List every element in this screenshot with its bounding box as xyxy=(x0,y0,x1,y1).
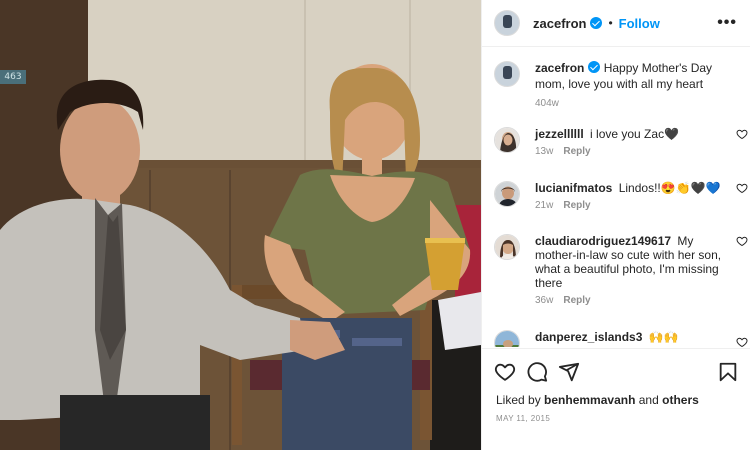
comment-text-wrap: jezzellllll i love you Zac🖤 xyxy=(535,127,722,141)
commenter-avatar[interactable] xyxy=(494,234,520,260)
comment-item: jezzellllll i love you Zac🖤 13w Reply xyxy=(494,127,748,157)
commenter-avatar[interactable] xyxy=(494,127,520,153)
author-avatar[interactable] xyxy=(494,10,520,36)
author-username[interactable]: zacefron xyxy=(533,16,586,31)
comment-text-wrap: claudiarodriguez149617 My mother-in-law … xyxy=(535,234,722,290)
post-side-panel: zacefron • Follow ••• zacefron Happy Mot… xyxy=(481,0,750,450)
comment-meta: 21w Reply xyxy=(535,200,744,211)
comment-age: 13w xyxy=(535,146,554,157)
comment-username[interactable]: danperez_islands3 xyxy=(535,330,642,344)
caption-avatar[interactable] xyxy=(494,61,520,87)
post-photo[interactable]: 463 xyxy=(0,0,481,450)
comment-text: 🙌🙌 xyxy=(648,330,679,344)
header-separator: • xyxy=(608,16,613,30)
likes-connector: and xyxy=(638,393,659,407)
comment-username[interactable]: lucianifmatos xyxy=(535,181,612,195)
comment-username[interactable]: claudiarodriguez149617 xyxy=(535,234,671,248)
photo-illustration xyxy=(0,0,481,450)
likes-user[interactable]: benhemmavanh xyxy=(544,393,635,407)
caption-age: 404w xyxy=(535,98,559,109)
commenter-avatar[interactable] xyxy=(494,181,520,207)
comment-meta: 36w Reply xyxy=(535,295,744,306)
reply-button[interactable]: Reply xyxy=(563,146,590,157)
heart-icon[interactable] xyxy=(736,182,748,194)
post-date: MAY 11, 2015 xyxy=(496,414,551,423)
comment-meta: 13w Reply xyxy=(535,146,744,157)
heart-icon[interactable] xyxy=(736,235,748,247)
bookmark-icon[interactable] xyxy=(717,361,739,383)
comment-item: danperez_islands3 🙌🙌 xyxy=(494,330,748,347)
reply-button[interactable]: Reply xyxy=(563,295,590,306)
comment-icon[interactable] xyxy=(526,361,548,383)
heart-icon[interactable] xyxy=(736,128,748,140)
likes-others[interactable]: others xyxy=(662,393,699,407)
comment-text-wrap: danperez_islands3 🙌🙌 xyxy=(535,330,722,344)
comment-item: lucianifmatos Lindos!!😍👏🖤💙 21w Reply xyxy=(494,181,748,211)
comment-age: 36w xyxy=(535,295,554,306)
comment-text: i love you Zac🖤 xyxy=(590,127,680,141)
comment-username[interactable]: jezzellllll xyxy=(535,127,584,141)
caption-text-wrap: zacefron Happy Mother's Day mom, love yo… xyxy=(535,60,744,92)
share-icon[interactable] xyxy=(558,361,580,383)
reply-button[interactable]: Reply xyxy=(563,200,590,211)
post-actions-bar: Liked by benhemmavanh and others MAY 11,… xyxy=(482,348,750,450)
comment-text: Lindos!!😍👏🖤💙 xyxy=(618,181,721,195)
heart-icon[interactable] xyxy=(736,336,748,347)
likes-prefix: Liked by xyxy=(496,393,541,407)
comment-age: 21w xyxy=(535,200,554,211)
heart-icon[interactable] xyxy=(494,361,516,383)
post-caption: zacefron Happy Mother's Day mom, love yo… xyxy=(494,60,744,109)
follow-button[interactable]: Follow xyxy=(619,16,660,31)
verified-badge-icon xyxy=(588,61,601,73)
verified-badge-icon xyxy=(590,17,603,29)
comment-item: claudiarodriguez149617 My mother-in-law … xyxy=(494,234,748,306)
caption-username[interactable]: zacefron xyxy=(535,61,584,75)
post-header: zacefron • Follow ••• xyxy=(482,0,750,47)
likes-summary: Liked by benhemmavanh and others xyxy=(496,393,699,407)
more-options-icon[interactable]: ••• xyxy=(717,14,737,32)
commenter-avatar[interactable] xyxy=(494,330,520,347)
comments-scroll-area[interactable]: zacefron Happy Mother's Day mom, love yo… xyxy=(482,48,750,347)
photo-tag: 463 xyxy=(0,70,26,84)
comment-text-wrap: lucianifmatos Lindos!!😍👏🖤💙 xyxy=(535,181,722,195)
